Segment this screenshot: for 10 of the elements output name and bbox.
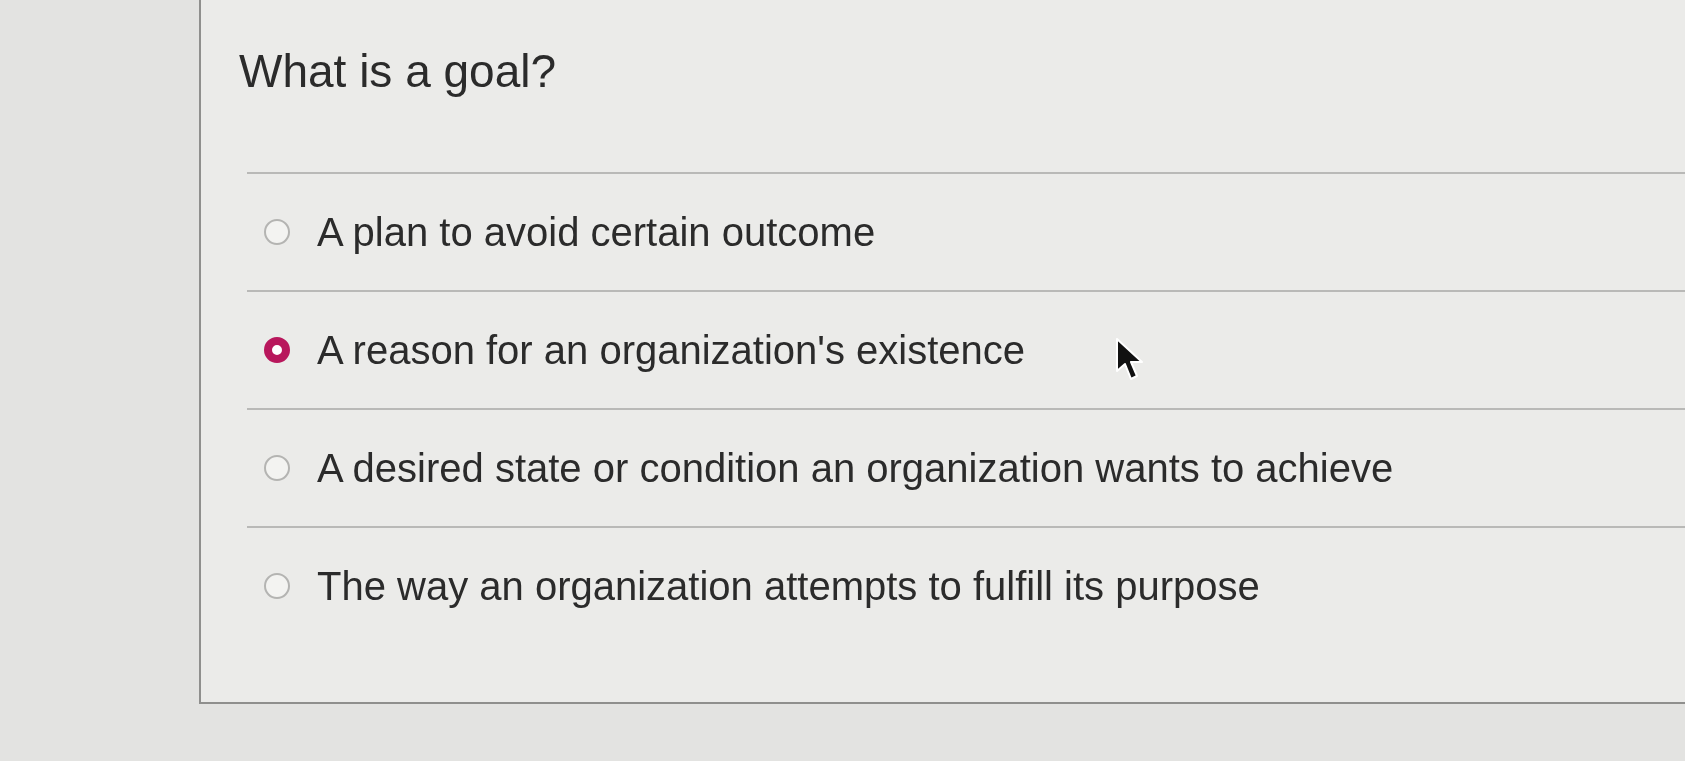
option-label: The way an organization attempts to fulfill its purpose <box>317 563 1260 610</box>
radio-button[interactable] <box>264 573 290 599</box>
option-label: A plan to avoid certain outcome <box>317 209 876 256</box>
mouse-pointer-icon <box>1116 338 1146 382</box>
radio-button[interactable] <box>264 455 290 481</box>
option-label: A reason for an organization's existence <box>317 327 1026 374</box>
question-text: What is a goal? <box>239 44 557 99</box>
option-label: A desired state or condition an organization wants to achieve <box>317 445 1394 492</box>
radio-button[interactable] <box>264 219 290 245</box>
radio-button[interactable] <box>264 337 290 363</box>
